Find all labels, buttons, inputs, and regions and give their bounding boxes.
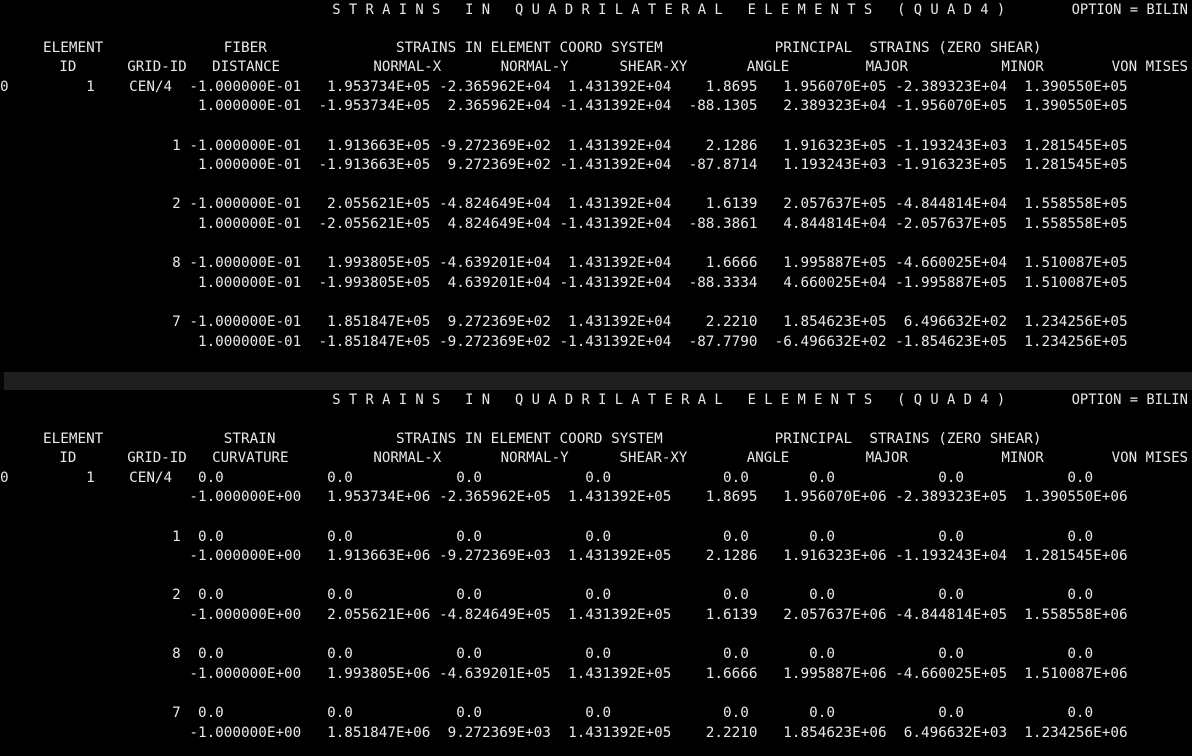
data-row: 1.000000E-01 -1.851847E+05 -9.272369E+02…	[0, 333, 1128, 350]
data-row: 7 0.0 0.0 0.0 0.0 0.0 0.0 0.0 0.0	[0, 705, 1094, 721]
data-row: 1.000000E-01 -2.055621E+05 4.824649E+04 …	[0, 216, 1128, 232]
data-row: -1.000000E+00 1.851847E+06 9.272369E+03 …	[0, 724, 1128, 741]
output-title: S T R A I N S I N Q U A D R I L A T E R …	[0, 2, 1188, 18]
data-row: 8 0.0 0.0 0.0 0.0 0.0 0.0 0.0 0.0	[0, 646, 1094, 663]
column-header-line-1: ELEMENT STRAIN STRAINS IN ELEMENT COORD …	[0, 430, 1042, 447]
panel-divider	[0, 372, 1192, 390]
data-row: 1.000000E-01 -1.953734E+05 2.365962E+04 …	[0, 98, 1128, 115]
divider-bar	[4, 372, 1192, 390]
data-row: -1.000000E+00 1.913663E+06 -9.272369E+03…	[0, 548, 1128, 565]
data-row: -1.000000E+00 1.993805E+06 -4.639201E+05…	[0, 665, 1128, 682]
strain-output-panel-curvature: S T R A I N S I N Q U A D R I L A T E R …	[0, 390, 1192, 756]
data-row: 1 0.0 0.0 0.0 0.0 0.0 0.0 0.0 0.0	[0, 528, 1094, 545]
output-title: S T R A I N S I N Q U A D R I L A T E R …	[0, 392, 1188, 408]
column-header-line-2: ID GRID-ID DISTANCE NORMAL-X NORMAL-Y SH…	[0, 59, 1189, 76]
column-header-line-1: ELEMENT FIBER STRAINS IN ELEMENT COORD S…	[0, 39, 1042, 56]
strain-output-panel-fiber: S T R A I N S I N Q U A D R I L A T E R …	[0, 0, 1192, 372]
data-row: 0 1 CEN/4 0.0 0.0 0.0 0.0 0.0 0.0 0.0 0.…	[0, 469, 1094, 486]
data-row: 1 -1.000000E-01 1.913663E+05 -9.272369E+…	[0, 137, 1128, 154]
data-row: 2 -1.000000E-01 2.055621E+05 -4.824649E+…	[0, 196, 1128, 213]
data-row: 8 -1.000000E-01 1.993805E+05 -4.639201E+…	[0, 255, 1128, 272]
data-row: 2 0.0 0.0 0.0 0.0 0.0 0.0 0.0 0.0	[0, 587, 1094, 604]
column-header-line-2: ID GRID-ID CURVATURE NORMAL-X NORMAL-Y S…	[0, 450, 1189, 467]
data-row: -1.000000E+00 1.953734E+06 -2.365962E+05…	[0, 489, 1128, 506]
data-row: 1.000000E-01 -1.993805E+05 4.639201E+04 …	[0, 274, 1128, 291]
data-row: 1.000000E-01 -1.913663E+05 9.272369E+02 …	[0, 157, 1128, 174]
data-row: 0 1 CEN/4 -1.000000E-01 1.953734E+05 -2.…	[0, 78, 1128, 95]
data-row: 7 -1.000000E-01 1.851847E+05 9.272369E+0…	[0, 314, 1128, 330]
data-row: -1.000000E+00 2.055621E+06 -4.824649E+05…	[0, 607, 1128, 623]
